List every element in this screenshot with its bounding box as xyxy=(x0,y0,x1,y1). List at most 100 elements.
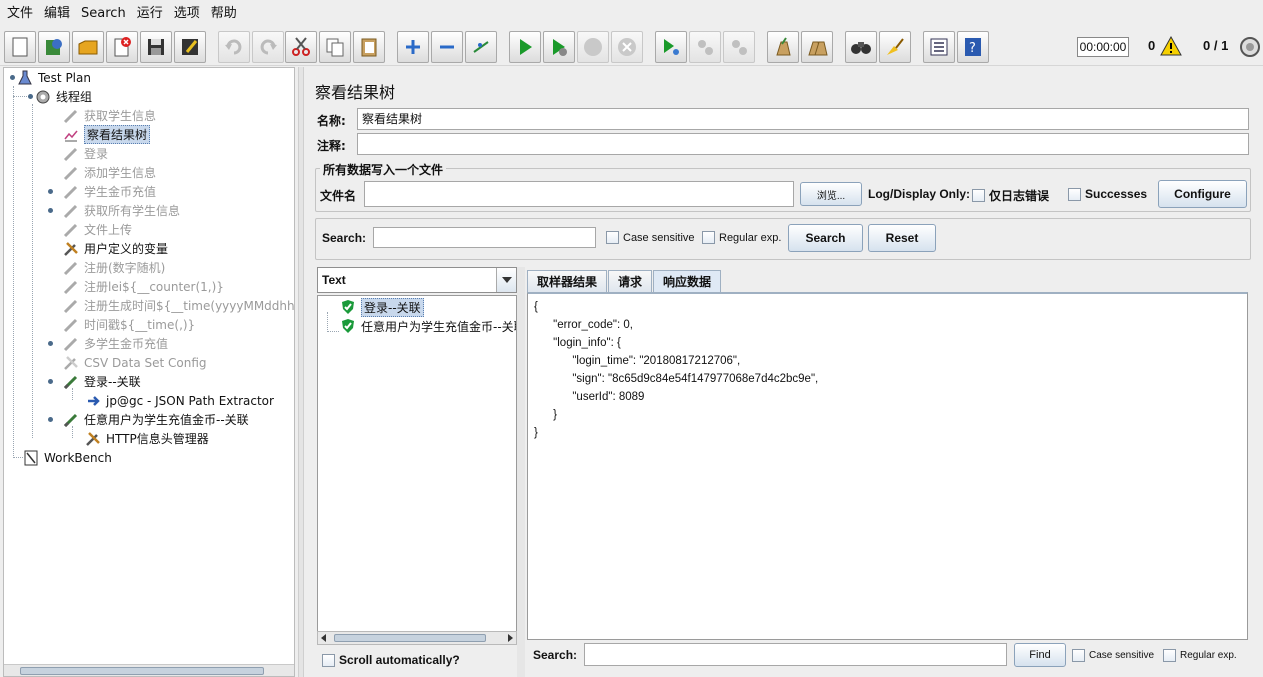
tab-response-data[interactable]: 响应数据 xyxy=(653,270,722,292)
checkbox-box[interactable] xyxy=(1072,649,1085,662)
tree-item-sampler[interactable]: 添加学生信息 xyxy=(62,163,156,182)
renderer-select[interactable]: Text xyxy=(317,267,517,293)
collapse-button[interactable] xyxy=(431,31,463,63)
tree-item-json-extractor[interactable]: jp@gc - JSON Path Extractor xyxy=(84,391,274,410)
function-helper-button[interactable] xyxy=(923,31,955,63)
bottom-case-sensitive-checkbox[interactable]: Case sensitive xyxy=(1072,649,1154,662)
configure-button[interactable]: Configure xyxy=(1158,180,1247,208)
scrollbar-thumb[interactable] xyxy=(334,634,486,642)
redo-button[interactable] xyxy=(252,31,284,63)
paste-button[interactable] xyxy=(353,31,385,63)
tree-item-sampler[interactable]: 获取所有学生信息 xyxy=(46,201,180,220)
tree-item-sampler[interactable]: 注册lei${__counter(1,)} xyxy=(62,277,224,296)
response-data-area[interactable]: { "error_code": 0, "login_info": { "logi… xyxy=(527,292,1248,640)
browse-button[interactable]: 浏览... xyxy=(800,182,862,206)
open-button[interactable] xyxy=(72,31,104,63)
comment-input[interactable] xyxy=(357,133,1249,155)
tree-item-sampler[interactable]: 时间戳${__time(,)} xyxy=(62,315,195,334)
remote-stop-button[interactable] xyxy=(689,31,721,63)
tree-item-view-results-tree[interactable]: 察看结果树 xyxy=(62,125,151,144)
tree-item-thread-group[interactable]: 线程组 xyxy=(26,87,92,106)
menu-options[interactable]: 选项 xyxy=(171,0,208,28)
regex-checkbox[interactable]: Regular exp. xyxy=(702,231,781,244)
menu-help[interactable]: 帮助 xyxy=(208,0,245,28)
tree-item-header-manager[interactable]: HTTP信息头管理器 xyxy=(84,429,209,448)
tree-item-workbench[interactable]: WorkBench xyxy=(22,448,112,467)
tree-item-test-plan[interactable]: Test Plan xyxy=(8,68,91,87)
checkbox-box[interactable] xyxy=(1163,649,1176,662)
tree-item-sampler[interactable]: 多学生金币充值 xyxy=(46,334,168,353)
errors-only-checkbox[interactable]: 仅日志错误 xyxy=(972,187,1049,204)
new-button[interactable] xyxy=(4,31,36,63)
clear-button[interactable] xyxy=(767,31,799,63)
scrollbar-thumb[interactable] xyxy=(20,667,264,675)
tree-item-sampler[interactable]: 学生金币充值 xyxy=(46,182,156,201)
results-splitter[interactable] xyxy=(517,267,525,677)
menu-file[interactable]: 文件 xyxy=(4,0,41,28)
scroll-left-icon[interactable] xyxy=(320,634,328,642)
tree-toggle-icon[interactable] xyxy=(8,73,17,82)
reset-search-button[interactable] xyxy=(879,31,911,63)
tree-horizontal-scrollbar[interactable] xyxy=(4,664,294,676)
menu-run[interactable]: 运行 xyxy=(134,0,171,28)
templates-button[interactable] xyxy=(38,31,70,63)
tab-sampler-result[interactable]: 取样器结果 xyxy=(527,270,608,292)
response-search-input[interactable] xyxy=(584,643,1007,666)
toggle-button[interactable] xyxy=(465,31,497,63)
tree-item-recharge-relate[interactable]: 任意用户为学生充值金币--关联 xyxy=(46,410,249,429)
help-button[interactable]: ? xyxy=(957,31,989,63)
remote-start-button[interactable] xyxy=(655,31,687,63)
cut-button[interactable] xyxy=(285,31,317,63)
scroll-right-icon[interactable] xyxy=(506,634,514,642)
shutdown-button[interactable] xyxy=(611,31,643,63)
filename-input[interactable] xyxy=(364,181,794,207)
tree-item-sampler[interactable]: 注册生成时间${__time(yyyyMMddhhmm xyxy=(62,296,294,315)
tree-item-login-relate[interactable]: 登录--关联 xyxy=(46,372,141,391)
checkbox-box[interactable] xyxy=(702,231,715,244)
stop-button[interactable] xyxy=(577,31,609,63)
menu-search[interactable]: Search xyxy=(78,0,134,28)
tree-item-sampler[interactable]: 注册(数字随机) xyxy=(62,258,165,277)
sample-item[interactable]: 登录--关联 xyxy=(340,297,424,317)
remote-shutdown-button[interactable] xyxy=(723,31,755,63)
tree-toggle-icon[interactable] xyxy=(26,92,35,101)
start-no-pause-button[interactable] xyxy=(543,31,575,63)
search-button[interactable] xyxy=(845,31,877,63)
scroll-auto-checkbox[interactable]: Scroll automatically? xyxy=(322,653,460,667)
checkbox-box[interactable] xyxy=(606,231,619,244)
tree-toggle-icon[interactable] xyxy=(46,377,55,386)
main-splitter[interactable] xyxy=(298,67,304,677)
tree-item-user-variables[interactable]: 用户定义的变量 xyxy=(62,239,168,258)
successes-checkbox[interactable]: Successes xyxy=(1068,187,1147,201)
bottom-regex-checkbox[interactable]: Regular exp. xyxy=(1163,649,1237,662)
tree-item-sampler[interactable]: 文件上传 xyxy=(62,220,132,239)
copy-button[interactable] xyxy=(319,31,351,63)
menu-edit[interactable]: 编辑 xyxy=(41,0,78,28)
close-button[interactable] xyxy=(106,31,138,63)
tree-toggle-icon[interactable] xyxy=(46,415,55,424)
start-button[interactable] xyxy=(509,31,541,63)
tree-toggle-icon[interactable] xyxy=(46,187,55,196)
clear-all-button[interactable] xyxy=(801,31,833,63)
checkbox-box[interactable] xyxy=(322,653,335,667)
dropdown-arrow[interactable] xyxy=(496,268,516,292)
undo-button[interactable] xyxy=(218,31,250,63)
expand-button[interactable] xyxy=(397,31,429,63)
find-button[interactable]: Find xyxy=(1014,643,1066,667)
save-as-button[interactable] xyxy=(174,31,206,63)
warning-icon[interactable] xyxy=(1160,36,1182,56)
save-button[interactable] xyxy=(140,31,172,63)
case-sensitive-checkbox[interactable]: Case sensitive xyxy=(606,231,695,244)
samples-horizontal-scrollbar[interactable] xyxy=(317,631,517,645)
tree-item-csv-config[interactable]: CSV Data Set Config xyxy=(62,353,207,372)
search-button[interactable]: Search xyxy=(788,224,863,252)
tab-request[interactable]: 请求 xyxy=(608,270,653,292)
name-input[interactable]: 察看结果树 xyxy=(357,108,1249,130)
sample-item[interactable]: 任意用户为学生充值金币--关联 xyxy=(340,317,516,335)
tree-item-sampler[interactable]: 获取学生信息 xyxy=(62,106,156,125)
checkbox-box[interactable] xyxy=(1068,187,1081,201)
tree-toggle-icon[interactable] xyxy=(46,206,55,215)
tree-item-sampler[interactable]: 登录 xyxy=(62,144,108,163)
search-input[interactable] xyxy=(373,227,596,248)
tree-toggle-icon[interactable] xyxy=(46,339,55,348)
